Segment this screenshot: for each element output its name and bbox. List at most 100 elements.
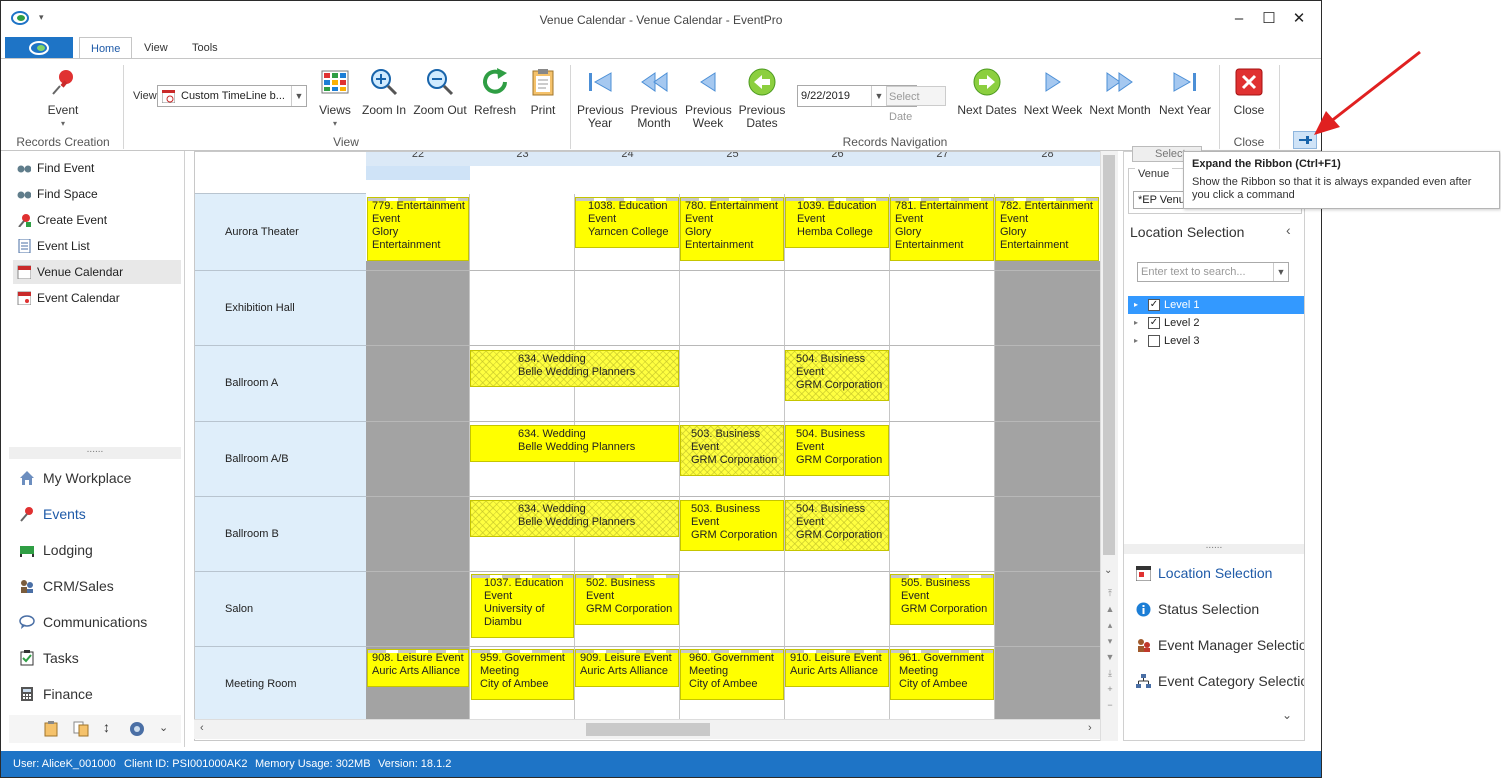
event-1038[interactable]: 1038. Education Event Yarncen College	[575, 197, 679, 248]
event-960[interactable]: 960. Government Meeting City of Ambee	[680, 649, 784, 700]
event-780[interactable]: 780. Entertainment Event Glory Entertainmen…	[680, 197, 784, 261]
scroll-thumb[interactable]	[1103, 155, 1115, 555]
panel-event-category-selection[interactable]: Event Category Selectio	[1134, 670, 1304, 692]
scroll-right-icon[interactable]: ›	[1088, 722, 1092, 734]
close-window-button[interactable]: ✕	[1289, 9, 1309, 29]
module-lodging[interactable]: Lodging	[17, 536, 177, 564]
calendar-cell[interactable]	[366, 422, 470, 497]
tab-view[interactable]: View	[133, 37, 179, 59]
previous-dates-button[interactable]: Previous Dates	[737, 67, 787, 130]
close-button[interactable]: Close	[1229, 67, 1269, 117]
calendar-cell[interactable]	[366, 271, 470, 346]
location-search-input[interactable]: Enter text to search... ▼	[1137, 262, 1289, 282]
vertical-scrollbar[interactable]: ⌄ ⤒ ▲ ▴ ▾ ▼ ⤓ + −	[1100, 151, 1118, 741]
module-events[interactable]: Events	[17, 500, 177, 528]
event-503-ballroom-ab[interactable]: 503. Business Event GRM Corporation	[680, 425, 784, 476]
calendar-cell[interactable]	[995, 422, 1101, 497]
event-782[interactable]: 782. Entertainment Event Glory Entertainmen…	[995, 197, 1099, 261]
scroll-left-icon[interactable]: ‹	[200, 722, 204, 734]
file-menu-button[interactable]	[5, 37, 73, 59]
calendar-cell[interactable]	[890, 271, 995, 346]
scroll-down-icon[interactable]: ⌄	[1104, 565, 1112, 576]
tab-tools[interactable]: Tools	[181, 37, 229, 59]
calendar-cell[interactable]	[470, 271, 575, 346]
minimize-button[interactable]: –	[1229, 9, 1249, 29]
tree-level-1[interactable]: ▸ ✓ Level 1	[1128, 296, 1304, 314]
event-634-ballroom-a[interactable]: 634. Wedding Belle Wedding Planners	[470, 350, 679, 387]
event-1037[interactable]: 1037. Education Event University of Diambu	[471, 574, 574, 638]
clipboard-icon[interactable]	[43, 721, 59, 737]
hscroll-thumb[interactable]	[586, 723, 710, 736]
tree-level-3[interactable]: ▸ Level 3	[1128, 332, 1304, 350]
event-1039[interactable]: 1039. Education Event Hemba College	[785, 197, 889, 248]
event-961[interactable]: 961. Government Meeting City of Ambee	[890, 649, 994, 700]
event-779[interactable]: 779. Entertainment Event Glory Entertainmen…	[367, 197, 469, 261]
expand-arrow-icon[interactable]: ▸	[1134, 296, 1138, 314]
module-crm-sales[interactable]: CRM/Sales	[17, 572, 177, 600]
level-2-checkbox[interactable]: ✓	[1148, 317, 1160, 329]
event-909[interactable]: 909. Leisure Event Auric Arts Alliance	[575, 649, 679, 687]
previous-month-button[interactable]: Previous Month	[629, 67, 679, 130]
view-combo[interactable]: Custom TimeLine b... ▼	[157, 85, 307, 107]
expand-arrow-icon[interactable]: ▸	[1134, 314, 1138, 332]
panel-status-selection[interactable]: Status Selection	[1134, 598, 1304, 620]
event-504-ballroom-ab[interactable]: 504. Business Event GRM Corporation	[785, 425, 889, 476]
documents-icon[interactable]	[73, 721, 89, 737]
calendar-cell[interactable]	[366, 497, 470, 572]
select-date-button[interactable]: Select Date	[886, 86, 946, 123]
previous-week-button[interactable]: Previous Week	[685, 67, 732, 130]
calendar-cell[interactable]	[575, 271, 680, 346]
nav-find-space[interactable]: Find Space	[13, 182, 181, 206]
event-910[interactable]: 910. Leisure Event Auric Arts Alliance	[785, 649, 889, 687]
search-dropdown-icon[interactable]: ▼	[1273, 263, 1288, 281]
level-3-checkbox[interactable]	[1148, 335, 1160, 347]
panel-event-manager-selection[interactable]: Event Manager Selectio	[1134, 634, 1304, 656]
calendar-cell[interactable]	[995, 346, 1101, 422]
globe-icon[interactable]	[129, 721, 145, 737]
date-dropdown-icon[interactable]: ▼	[871, 86, 886, 106]
nav-venue-calendar[interactable]: Venue Calendar	[13, 260, 181, 284]
module-communications[interactable]: Communications	[17, 608, 177, 636]
event-504-ballroom-b[interactable]: 504. Business Event GRM Corporation	[785, 500, 889, 551]
calendar-cell[interactable]	[366, 346, 470, 422]
module-finance[interactable]: Finance	[17, 680, 177, 708]
next-year-button[interactable]: Next Year	[1157, 67, 1213, 117]
calendar-cell[interactable]	[890, 422, 995, 497]
scroll-navigation-icons[interactable]: ⤒ ▲ ▴ ▾ ▼ ⤓ + −	[1105, 585, 1115, 713]
next-month-button[interactable]: Next Month	[1089, 67, 1151, 117]
nav-splitter[interactable]: ......	[9, 445, 181, 459]
more-modules-chevron-icon[interactable]: ⌄	[159, 721, 168, 734]
event-908[interactable]: 908. Leisure Event Auric Arts Alliance	[367, 649, 469, 687]
event-634-ballroom-ab[interactable]: 634. Wedding Belle Wedding Planners	[470, 425, 679, 462]
event-781[interactable]: 781. Entertainment Event Glory Entertainmen…	[890, 197, 994, 261]
level-1-checkbox[interactable]: ✓	[1148, 299, 1160, 311]
event-505[interactable]: 505. Business Event GRM Corporation	[890, 574, 994, 625]
calendar-cell[interactable]	[785, 572, 890, 647]
calendar-cell[interactable]	[470, 194, 575, 271]
zoom-out-button[interactable]: Zoom Out	[413, 67, 467, 117]
event-502[interactable]: 502. Business Event GRM Corporation	[575, 574, 679, 625]
module-my-workplace[interactable]: My Workplace	[17, 464, 177, 492]
nav-create-event[interactable]: Create Event	[13, 208, 181, 232]
event-634-ballroom-b[interactable]: 634. Wedding Belle Wedding Planners	[470, 500, 679, 537]
calendar-cell[interactable]	[995, 572, 1101, 647]
calendar-cell[interactable]	[680, 572, 785, 647]
calendar-cell[interactable]	[995, 647, 1101, 722]
event-959[interactable]: 959. Government Meeting City of Ambee	[471, 649, 574, 700]
panel-location-selection[interactable]: Location Selection	[1134, 562, 1304, 584]
maximize-button[interactable]: ☐	[1259, 9, 1279, 29]
views-button[interactable]: Views ▾	[317, 67, 353, 130]
next-week-button[interactable]: Next Week	[1023, 67, 1083, 117]
module-tasks[interactable]: Tasks	[17, 644, 177, 672]
event-button[interactable]: Event ▾	[41, 67, 85, 130]
transfer-arrows-icon[interactable]: ↕	[103, 719, 110, 735]
calendar-cell[interactable]	[890, 346, 995, 422]
calendar-cell[interactable]	[680, 346, 785, 422]
horizontal-scrollbar[interactable]: ‹ ›	[194, 719, 1100, 739]
calendar-cell[interactable]	[995, 497, 1101, 572]
refresh-button[interactable]: Refresh	[473, 67, 517, 117]
nav-event-list[interactable]: Event List	[13, 234, 181, 258]
zoom-in-button[interactable]: Zoom In	[361, 67, 407, 117]
calendar-cell[interactable]	[366, 572, 470, 647]
calendar-cell[interactable]	[785, 271, 890, 346]
